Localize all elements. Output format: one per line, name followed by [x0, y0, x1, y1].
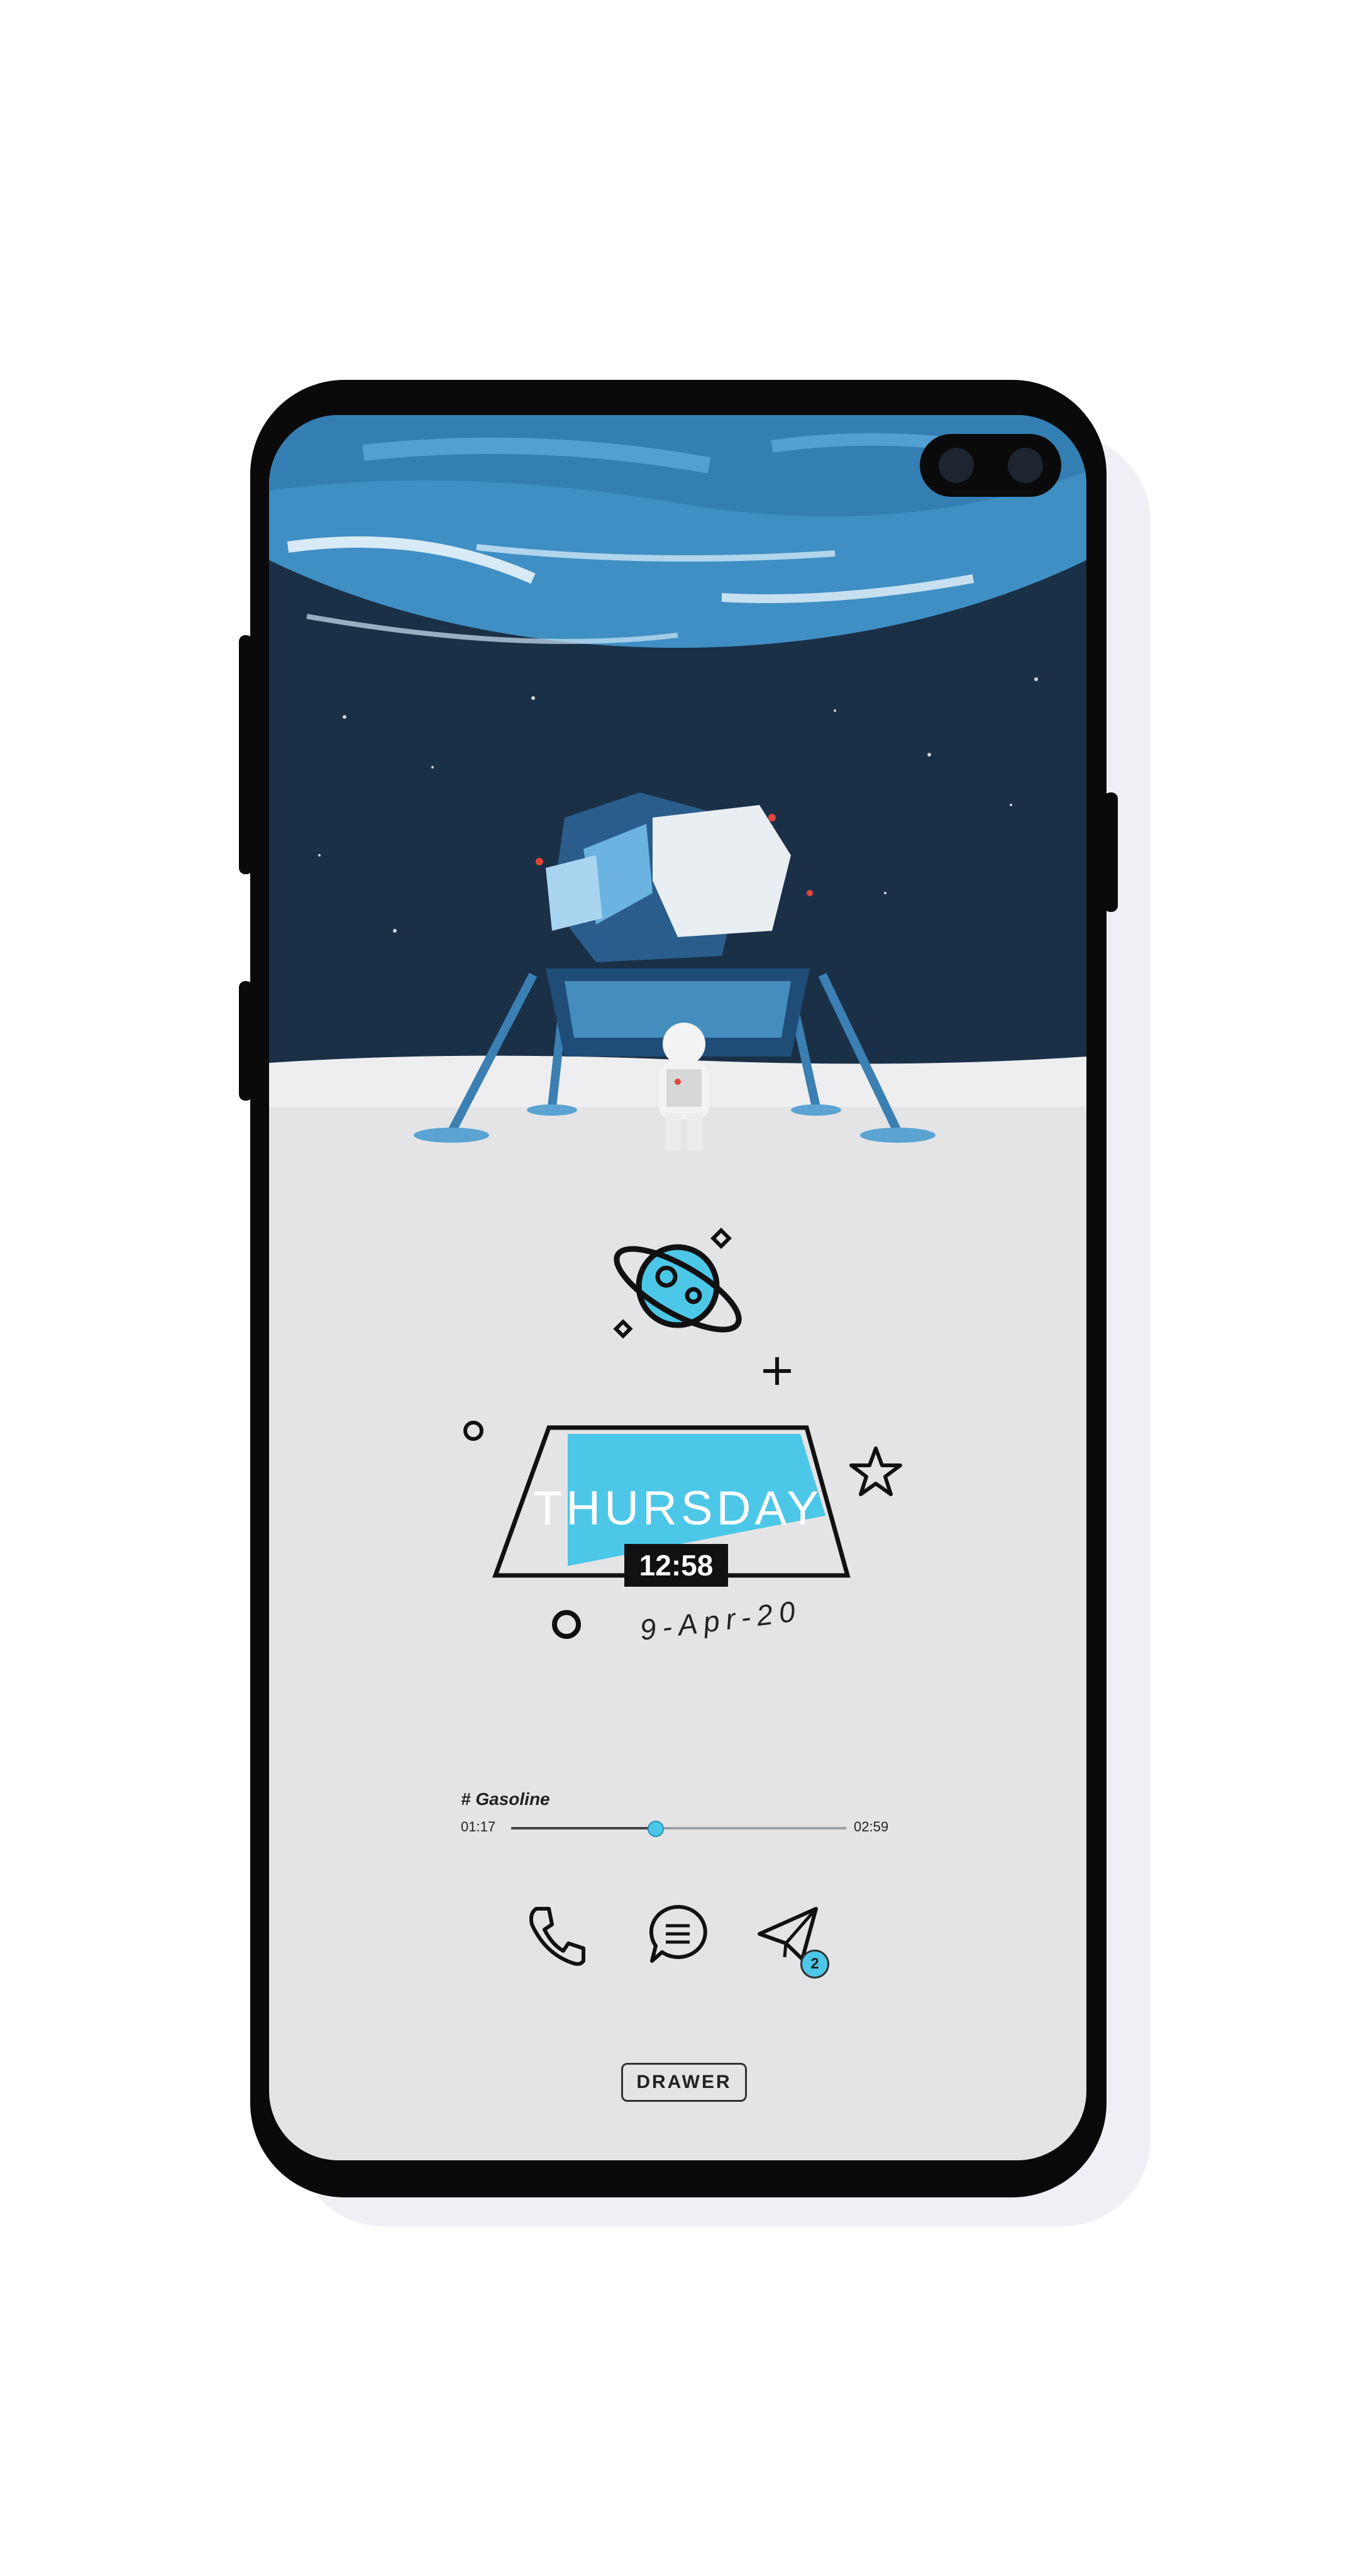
app-drawer-button[interactable]: DRAWER: [621, 2063, 747, 2102]
song-title[interactable]: # Gasoline: [461, 1789, 550, 1809]
home-screen: THURSDAY 12:58 9-Apr-20 # Gasoline 01:17…: [269, 415, 1086, 2160]
camera-lens-icon: [1008, 448, 1043, 483]
seek-bar[interactable]: [511, 1821, 846, 1837]
front-camera-cutout: [920, 434, 1061, 497]
stage: THURSDAY 12:58 9-Apr-20 # Gasoline 01:17…: [0, 0, 1358, 2576]
clock-time[interactable]: 12:58: [624, 1544, 728, 1587]
volume-down-button: [239, 981, 253, 1101]
chat-bubble-icon[interactable]: [643, 1899, 712, 1968]
seek-progress: [511, 1827, 656, 1829]
plus-sparkle-icon: [763, 1357, 791, 1385]
duration-time: 02:59: [854, 1819, 889, 1835]
notification-badge: 2: [800, 1950, 829, 1979]
day-label: THURSDAY: [533, 1482, 823, 1535]
volume-up-button: [239, 635, 253, 874]
camera-lens-icon: [939, 448, 974, 483]
power-button: [1104, 792, 1118, 912]
planet-icon: [613, 1228, 742, 1339]
wallpaper-illustration: [269, 415, 1086, 1233]
elapsed-time: 01:17: [461, 1819, 496, 1835]
seek-thumb[interactable]: [648, 1821, 665, 1837]
phone-icon[interactable]: [521, 1899, 590, 1968]
